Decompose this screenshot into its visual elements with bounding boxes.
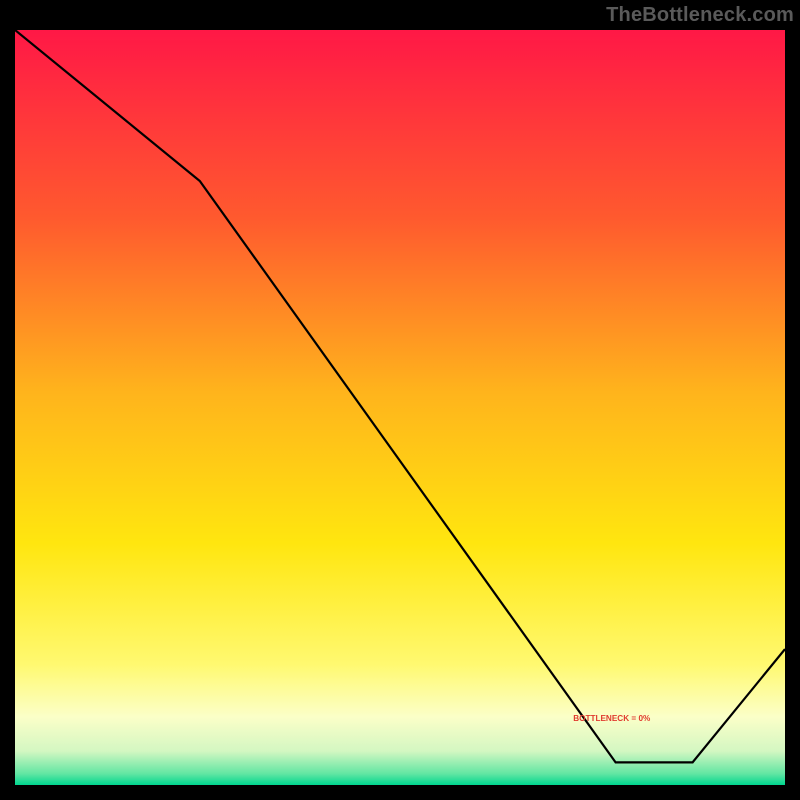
chart-svg xyxy=(15,30,785,785)
watermark-text: TheBottleneck.com xyxy=(606,4,794,27)
plot-frame: BOTTLENECK = 0% xyxy=(15,30,785,785)
gradient-background xyxy=(15,30,785,785)
chart-stage: TheBottleneck.com BOTTLENECK = 0% xyxy=(0,0,800,800)
bottleneck-label: BOTTLENECK = 0% xyxy=(573,714,650,723)
